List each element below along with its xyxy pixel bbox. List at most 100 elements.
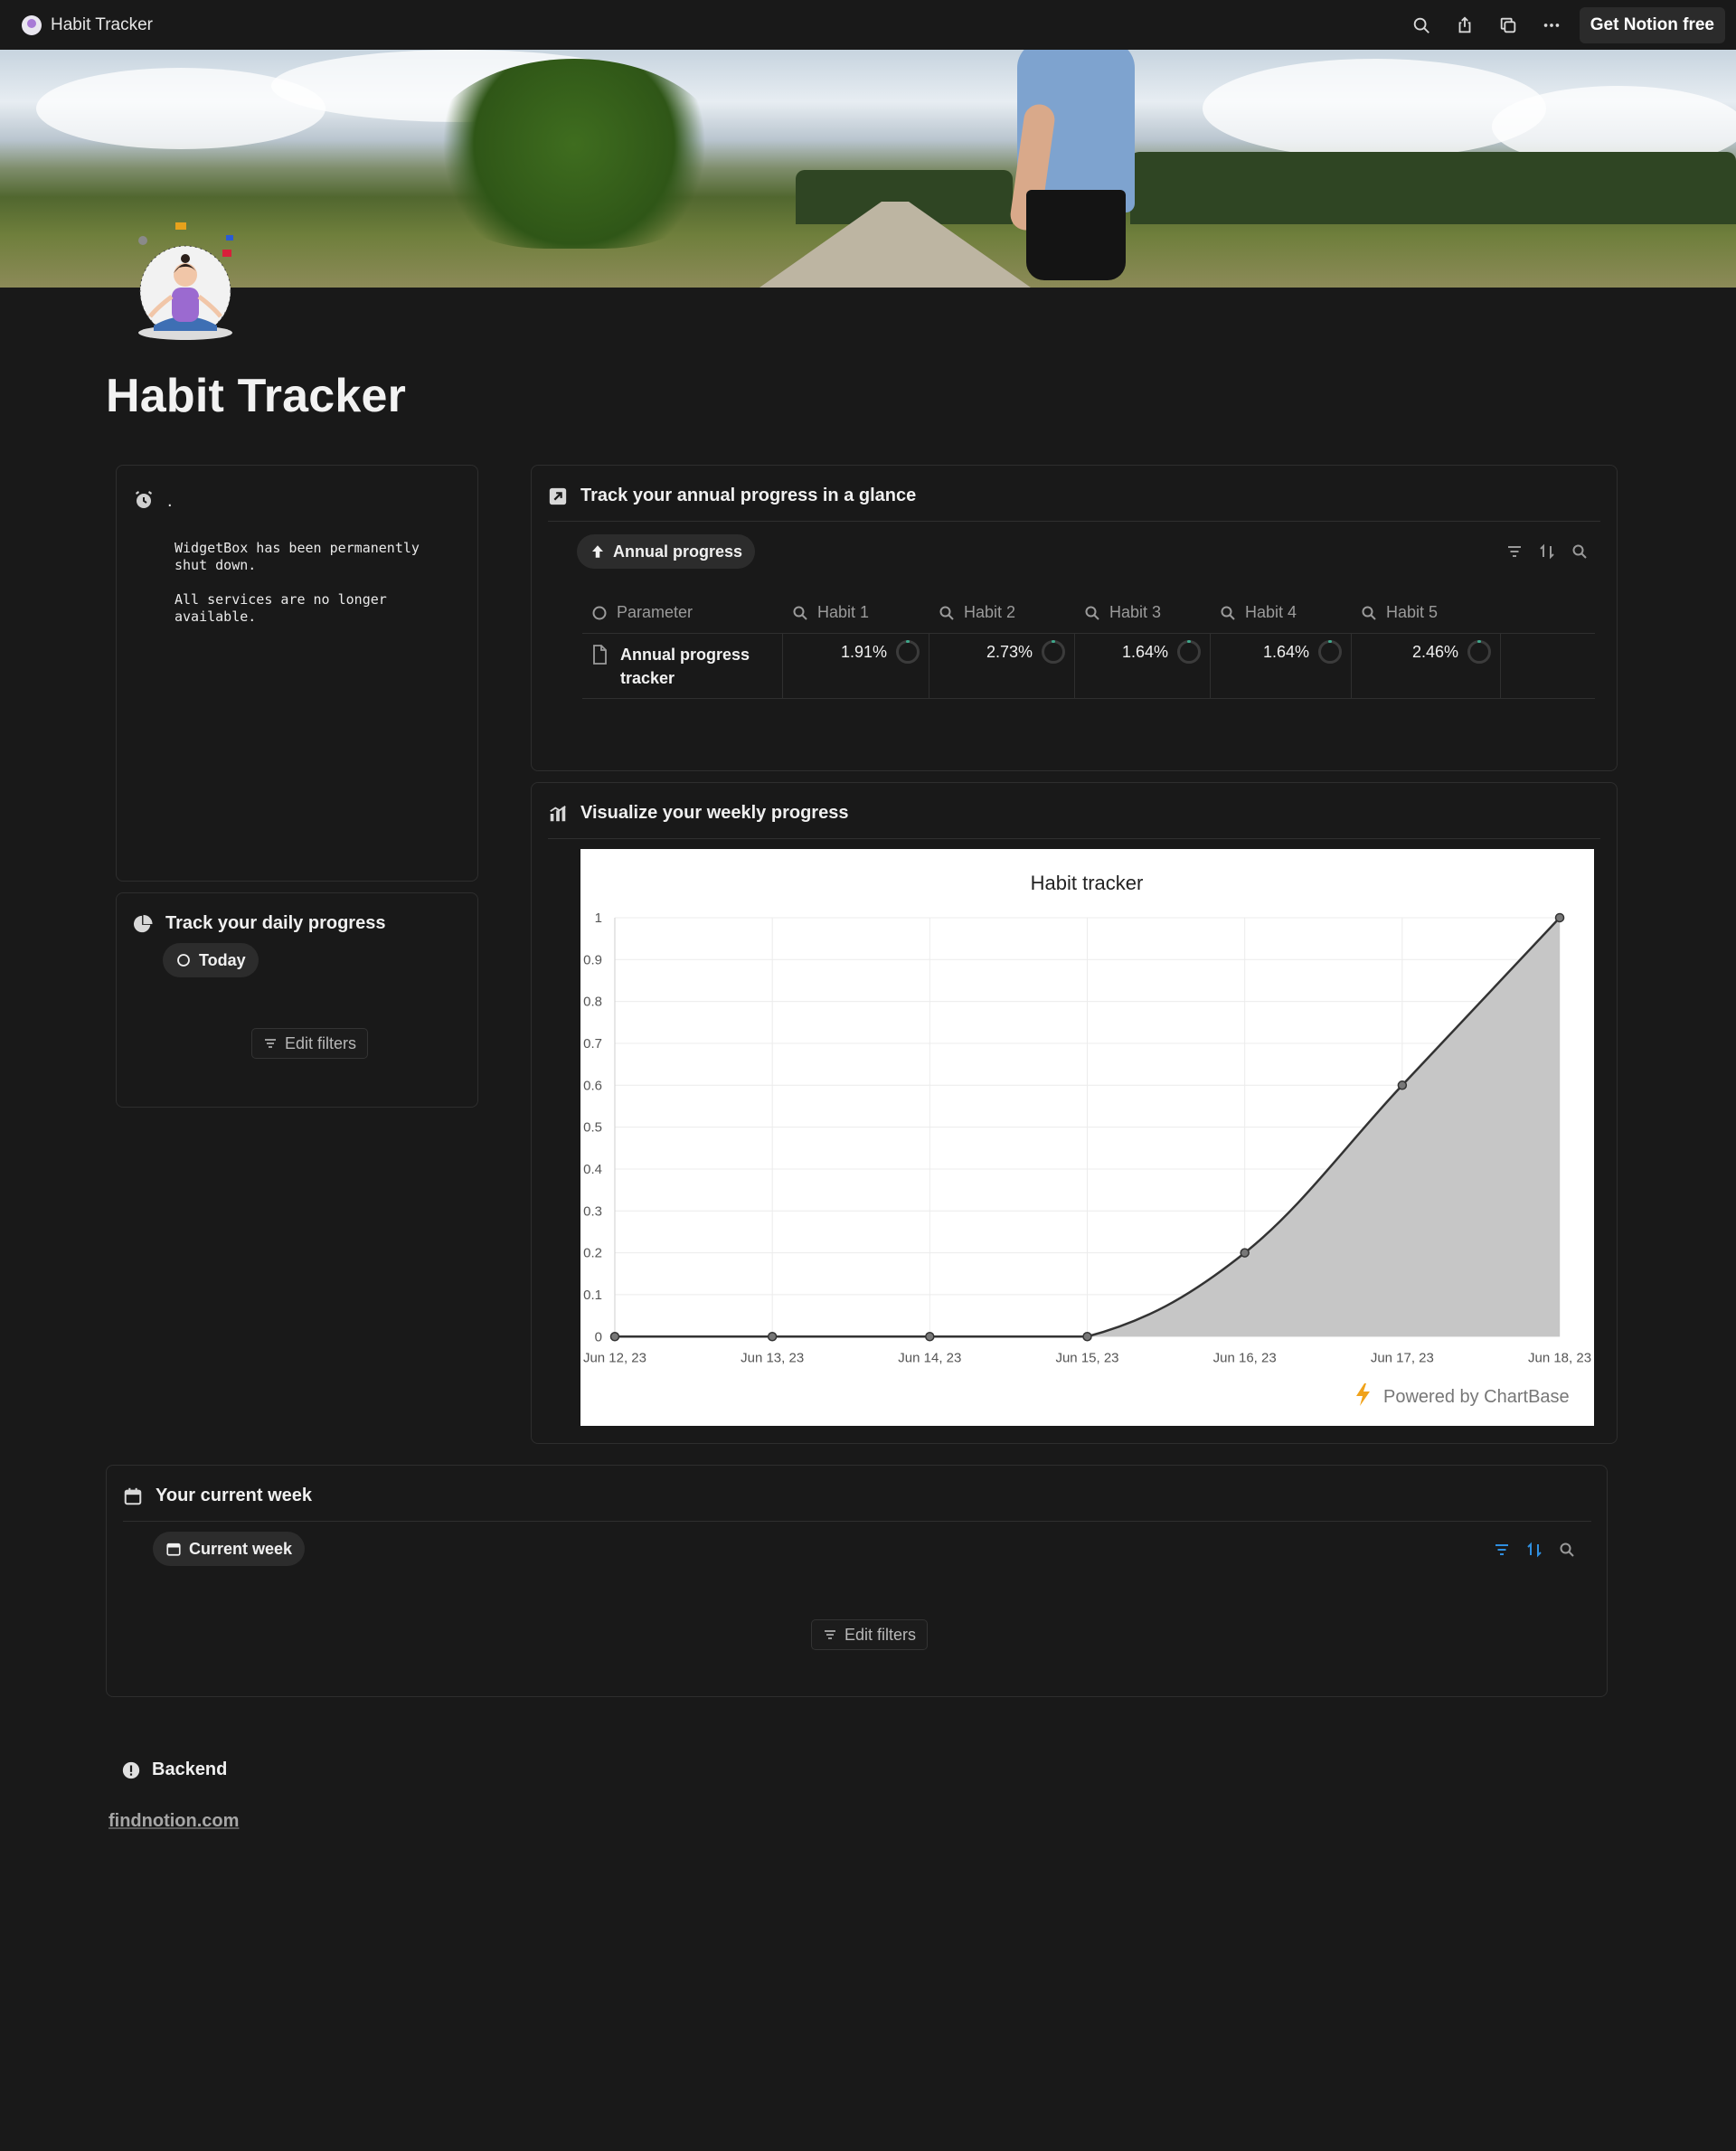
habit-value: 1.64% xyxy=(1262,643,1309,661)
habit-3-cell[interactable]: 1.64% xyxy=(1075,634,1211,698)
widget-title: . xyxy=(167,491,173,511)
weekly-chart: 0 0.1 0.2 0.3 0.4 0.5 0.6 0.7 0.8 0.9 1 Jun 12, 23… xyxy=(580,849,1594,1426)
data-point[interactable] xyxy=(609,1332,620,1342)
search-icon[interactable] xyxy=(1406,10,1437,41)
daily-progress-heading-text: Track your daily progress xyxy=(165,913,386,933)
search-icon xyxy=(1085,606,1099,620)
exclamation-icon xyxy=(122,1761,140,1778)
current-week-toolbar xyxy=(1494,1542,1575,1558)
get-notion-free-button[interactable]: Get Notion free xyxy=(1579,6,1725,43)
page-icon[interactable] xyxy=(127,217,244,344)
search-icon xyxy=(1221,606,1235,620)
sort-icon[interactable] xyxy=(1526,1542,1543,1558)
search-icon[interactable] xyxy=(1559,1542,1575,1558)
bar-chart-icon xyxy=(550,805,566,821)
column-header-label: Habit 4 xyxy=(1245,603,1297,621)
y-tick-label: 0.2 xyxy=(583,1246,602,1261)
breadcrumb[interactable]: Habit Tracker xyxy=(22,14,153,35)
data-point[interactable] xyxy=(925,1332,935,1342)
filter-icon[interactable] xyxy=(1506,543,1523,560)
weekly-progress-heading: Visualize your weekly progress xyxy=(548,803,848,824)
annual-toolbar xyxy=(1506,543,1588,560)
data-point[interactable] xyxy=(1082,1332,1092,1342)
row-name-cell[interactable]: Annual progress tracker xyxy=(582,634,783,698)
annual-progress-table: Parameter Habit 1 Habit 2 Habit 3 Habit … xyxy=(582,592,1595,699)
habit-5-cell[interactable]: 2.46% xyxy=(1352,634,1501,698)
habit-2-cell[interactable]: 2.73% xyxy=(929,634,1075,698)
x-tick-label: Jun 16, 23 xyxy=(1213,1350,1277,1365)
column-header-parameter[interactable]: Parameter xyxy=(582,592,783,633)
breadcrumb-page-name: Habit Tracker xyxy=(51,14,153,34)
current-week-view-tab[interactable]: Current week xyxy=(153,1532,306,1566)
current-week-edit-filters-label: Edit filters xyxy=(844,1625,917,1644)
more-icon[interactable] xyxy=(1536,10,1567,41)
annual-progress-view-label: Annual progress xyxy=(613,542,743,561)
duplicate-icon[interactable] xyxy=(1493,10,1524,41)
daily-progress-panel: Track your daily progress Today Edit fil… xyxy=(116,892,478,1108)
today-view-tab[interactable]: Today xyxy=(163,943,259,977)
heading-divider xyxy=(548,521,1600,522)
progress-ring-icon xyxy=(1467,640,1491,664)
share-icon[interactable] xyxy=(1449,10,1480,41)
data-point[interactable] xyxy=(1554,912,1565,923)
search-icon xyxy=(1362,606,1376,620)
progress-ring-icon xyxy=(896,640,920,664)
filter-icon xyxy=(825,1630,835,1639)
sort-icon[interactable] xyxy=(1539,543,1555,560)
habit-value: 2.73% xyxy=(986,643,1033,661)
y-tick-label: 0.4 xyxy=(583,1162,602,1177)
filter-icon[interactable] xyxy=(1494,1542,1510,1558)
x-tick-label: Jun 18, 23 xyxy=(1528,1350,1591,1365)
chart-title: Habit tracker xyxy=(1031,872,1144,894)
column-header-habit-2[interactable]: Habit 2 xyxy=(929,592,1075,633)
data-point[interactable] xyxy=(767,1332,778,1342)
annual-progress-heading: Track your annual progress in a glance xyxy=(548,486,916,506)
tree-shape xyxy=(425,59,723,249)
search-icon xyxy=(793,606,807,620)
column-header-habit-3[interactable]: Habit 3 xyxy=(1075,592,1211,633)
heading-divider xyxy=(123,1521,1591,1522)
weekly-progress-heading-text: Visualize your weekly progress xyxy=(580,803,849,823)
filter-icon xyxy=(265,1039,276,1048)
annual-progress-view-tab[interactable]: Annual progress xyxy=(577,534,756,569)
chart-svg: 0 0.1 0.2 0.3 0.4 0.5 0.6 0.7 0.8 0.9 1 Jun 12, 23… xyxy=(583,872,1591,1407)
calendar-icon xyxy=(166,1542,181,1556)
table-header-row: Parameter Habit 1 Habit 2 Habit 3 Habit … xyxy=(582,592,1595,634)
alarm-clock-icon xyxy=(133,489,155,515)
data-point[interactable] xyxy=(1397,1080,1408,1090)
circle-icon xyxy=(177,954,190,967)
data-point[interactable] xyxy=(1240,1248,1250,1258)
meditation-page-icon xyxy=(22,14,42,35)
circle-icon xyxy=(592,606,607,619)
y-tick-label: 0.3 xyxy=(583,1203,602,1219)
widget-panel: . WidgetBox has been permanently shut do… xyxy=(116,465,478,882)
column-header-habit-4[interactable]: Habit 4 xyxy=(1211,592,1352,633)
column-header-label: Habit 3 xyxy=(1109,603,1162,621)
column-header-label: Habit 1 xyxy=(817,603,870,621)
habit-4-cell[interactable]: 1.64% xyxy=(1211,634,1352,698)
column-header-habit-5[interactable]: Habit 5 xyxy=(1352,592,1501,633)
column-header-label: Parameter xyxy=(617,603,693,621)
x-tick-label: Jun 14, 23 xyxy=(898,1350,961,1365)
habit-value: 1.91% xyxy=(840,643,887,661)
y-tick-label: 0.9 xyxy=(583,952,602,967)
table-row[interactable]: Annual progress tracker 1.91% 2.73% 1.64… xyxy=(582,634,1595,699)
findnotion-link[interactable]: findnotion.com xyxy=(108,1811,239,1832)
cloud-shape xyxy=(1203,59,1546,158)
progress-ring-icon xyxy=(1042,640,1065,664)
y-tick-label: 0.7 xyxy=(583,1036,602,1052)
habit-1-cell[interactable]: 1.91% xyxy=(783,634,929,698)
powered-by-chartbase-link[interactable]: Powered by ChartBase xyxy=(1356,1383,1570,1407)
x-tick-label: Jun 13, 23 xyxy=(741,1350,804,1365)
heading-divider xyxy=(548,838,1600,839)
column-header-habit-1[interactable]: Habit 1 xyxy=(783,592,929,633)
search-icon[interactable] xyxy=(1571,543,1588,560)
current-week-edit-filters-button[interactable]: Edit filters xyxy=(811,1619,929,1650)
y-tick-label: 0.1 xyxy=(583,1288,602,1303)
x-tick-label: Jun 17, 23 xyxy=(1371,1350,1434,1365)
row-name: Annual progress tracker xyxy=(620,646,750,687)
widget-message: WidgetBox has been permanently shut down… xyxy=(175,540,420,625)
daily-edit-filters-button[interactable]: Edit filters xyxy=(251,1028,369,1059)
forest-shape xyxy=(1130,152,1736,224)
backend-callout[interactable]: Backend xyxy=(121,1759,227,1780)
